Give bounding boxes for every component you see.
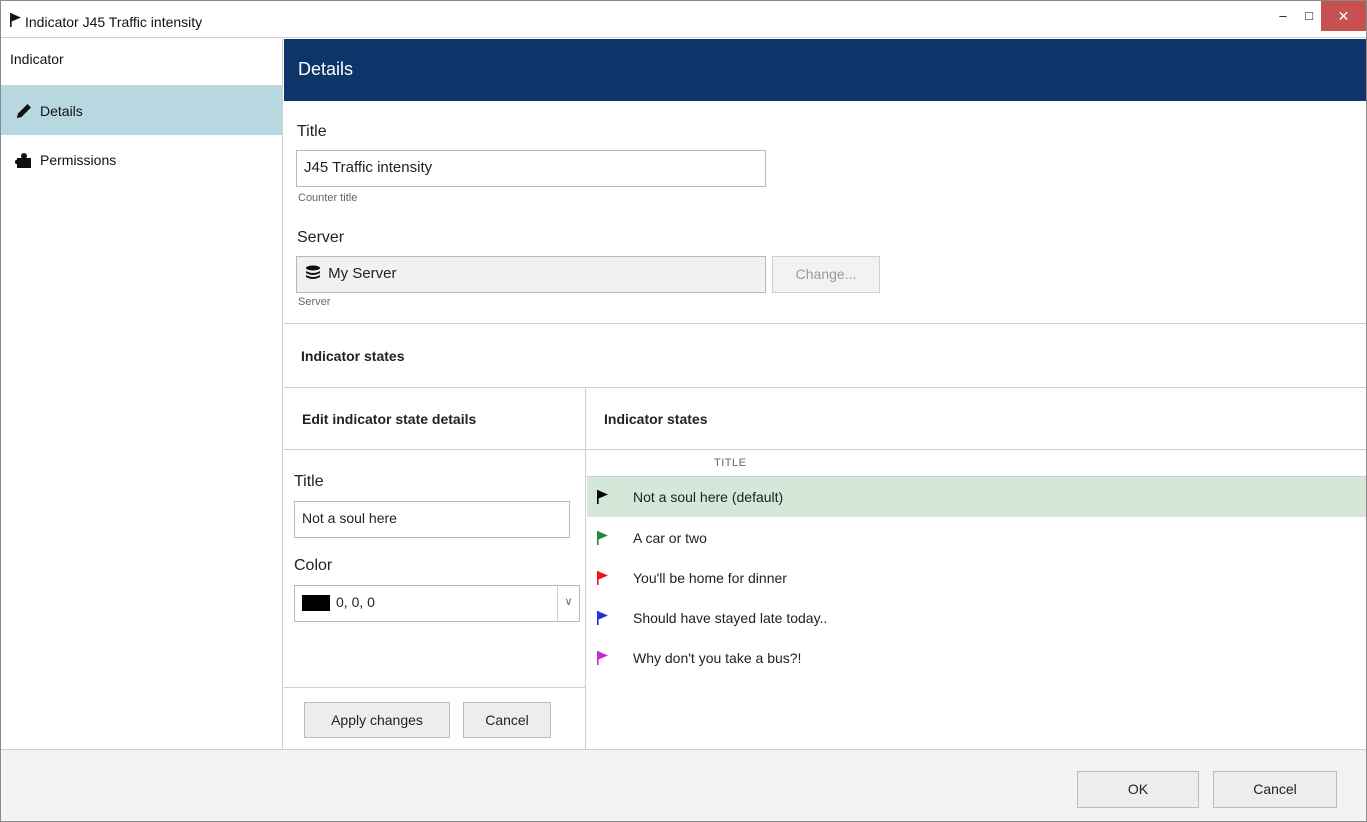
minimize-button[interactable]: – (1269, 1, 1297, 31)
flag-icon (597, 571, 608, 585)
color-swatch (302, 595, 330, 612)
sidebar-heading: Indicator (1, 39, 282, 86)
server-hint: Server (298, 296, 331, 308)
state-row[interactable]: Not a soul here (default) (587, 477, 1366, 517)
color-value: 0, 0, 0 (336, 594, 375, 610)
flag-icon (597, 490, 608, 504)
pencil-icon (13, 102, 35, 120)
cancel-button[interactable]: Cancel (1213, 771, 1337, 808)
details-header: Details (284, 39, 1366, 101)
edit-state-heading: Edit indicator state details (302, 411, 477, 427)
window-title: Indicator J45 Traffic intensity (25, 14, 203, 30)
indicator-states-heading: Indicator states (301, 348, 405, 364)
state-label: You'll be home for dinner (633, 570, 787, 586)
puzzle-icon (13, 151, 35, 169)
state-label: Why don't you take a bus?! (633, 650, 802, 666)
title-label: Title (297, 123, 327, 140)
server-label: Server (297, 229, 345, 246)
divider (284, 323, 1366, 324)
state-label: A car or two (633, 530, 707, 546)
state-title-label: Title (294, 473, 324, 490)
state-row[interactable]: You'll be home for dinner (587, 558, 1366, 598)
sidebar-item-label: Permissions (40, 151, 117, 168)
state-row[interactable]: Should have stayed late today.. (587, 598, 1366, 638)
server-field: My Server (296, 256, 766, 293)
flag-icon (10, 13, 21, 27)
state-row[interactable]: A car or two (587, 518, 1366, 558)
chevron-down-icon[interactable]: ∨ (557, 586, 579, 621)
flag-icon (597, 531, 608, 545)
dialog-footer: OK Cancel (1, 749, 1366, 821)
flag-icon (597, 651, 608, 665)
sidebar-item-details[interactable]: Details (1, 86, 282, 135)
sidebar-item-permissions[interactable]: Permissions (1, 135, 282, 184)
column-header-title: TITLE (714, 457, 747, 469)
flag-icon (597, 611, 608, 625)
divider (284, 387, 1366, 388)
sidebar: Indicator Details Permissions (1, 39, 283, 749)
sidebar-item-label: Details (40, 102, 83, 119)
database-icon (306, 265, 320, 279)
window: Indicator J45 Traffic intensity – □ ✕ In… (0, 0, 1367, 822)
divider (585, 387, 586, 749)
divider (284, 687, 585, 688)
states-list-heading: Indicator states (604, 411, 708, 427)
state-label: Not a soul here (default) (633, 489, 784, 505)
change-server-button[interactable]: Change... (772, 256, 880, 293)
state-title-input[interactable]: Not a soul here (294, 501, 570, 538)
maximize-button[interactable]: □ (1295, 1, 1323, 31)
server-value: My Server (328, 265, 397, 282)
main-panel: Details Title J45 Traffic intensity Coun… (284, 39, 1366, 749)
title-hint: Counter title (298, 192, 358, 204)
title-bar: Indicator J45 Traffic intensity – □ ✕ (1, 1, 1366, 38)
color-label: Color (294, 557, 333, 574)
color-select[interactable]: 0, 0, 0 ∨ (294, 585, 580, 622)
cancel-state-button[interactable]: Cancel (463, 702, 551, 738)
state-row[interactable]: Why don't you take a bus?! (587, 638, 1366, 678)
ok-button[interactable]: OK (1077, 771, 1199, 808)
title-input[interactable]: J45 Traffic intensity (296, 150, 766, 187)
close-button[interactable]: ✕ (1321, 1, 1366, 31)
divider (284, 449, 1366, 450)
apply-changes-button[interactable]: Apply changes (304, 702, 450, 738)
state-label: Should have stayed late today.. (633, 610, 828, 626)
